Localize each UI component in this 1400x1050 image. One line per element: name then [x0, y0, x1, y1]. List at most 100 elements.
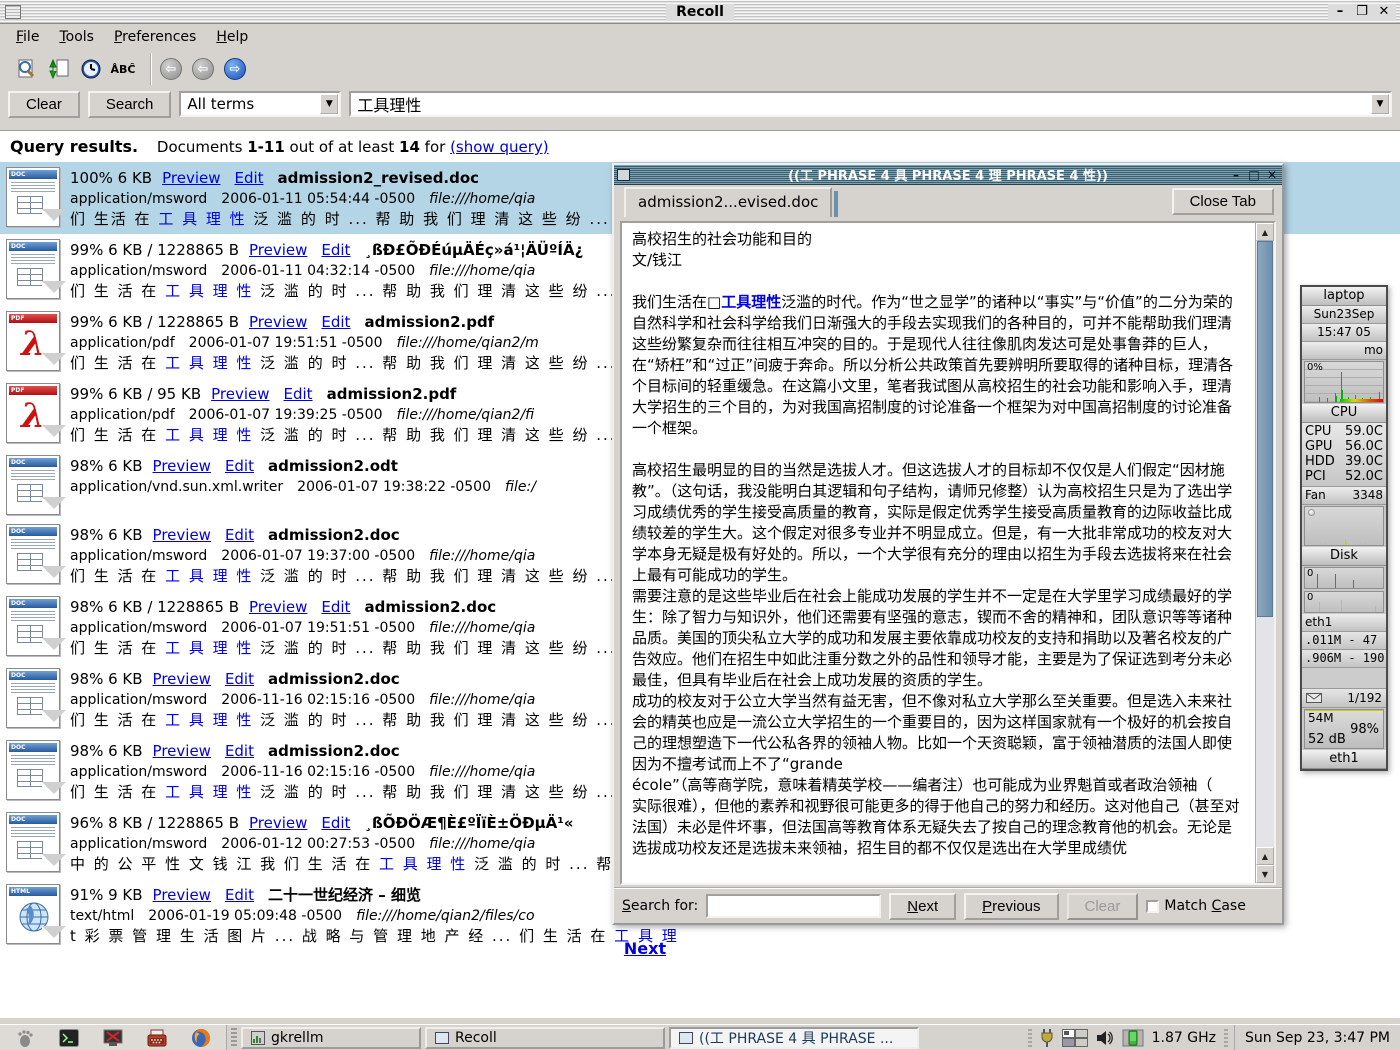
next-page-button[interactable]: ⇨	[220, 55, 250, 83]
close-tab-button[interactable]: Close Tab	[1172, 188, 1274, 215]
doc-file-icon: DOC	[6, 455, 60, 515]
next-results-link[interactable]: Next	[624, 939, 666, 958]
fan-chart[interactable]	[1304, 506, 1384, 546]
typewriter-icon[interactable]	[146, 1027, 168, 1049]
preview-link[interactable]: Preview	[153, 670, 211, 688]
scroll-down-icon[interactable]: ▼	[1256, 865, 1274, 883]
edit-link[interactable]: Edit	[225, 886, 254, 904]
restore-icon[interactable]: ❐	[1354, 4, 1370, 20]
gkrellm-window[interactable]: laptop Sun23Sep 15:47 05 mo 0% CPU CPU59…	[1300, 285, 1388, 771]
menu-help[interactable]: Help	[208, 27, 256, 47]
toolbar-group-nav: ⇦ ⇦ ⇨	[150, 53, 256, 85]
taskbar-clock[interactable]: Sun Sep 23, 3:47 PM	[1234, 1025, 1400, 1050]
window-menu-icon[interactable]	[5, 5, 21, 19]
preview-maximize-icon[interactable]: □	[1247, 168, 1261, 182]
find-previous-button[interactable]: Previous	[964, 893, 1058, 920]
edit-link[interactable]: Edit	[225, 457, 254, 475]
find-next-button[interactable]: Next	[889, 893, 956, 920]
preview-minimize-icon[interactable]: –	[1229, 168, 1243, 182]
menu-tools[interactable]: Tools	[51, 27, 102, 47]
workspace-switcher-icon[interactable]	[1062, 1029, 1088, 1047]
preview-link[interactable]: Preview	[162, 169, 220, 187]
edit-link[interactable]: Edit	[321, 241, 350, 259]
show-missing-helpers-button[interactable]	[12, 55, 42, 83]
snippet-text: 们 生 活 在	[70, 711, 165, 729]
match-case-checkbox[interactable]: Match Case	[1146, 898, 1245, 914]
edit-link[interactable]: Edit	[321, 598, 350, 616]
scrollbar-thumb[interactable]	[1257, 241, 1273, 617]
edit-link[interactable]: Edit	[284, 385, 313, 403]
disk-chart-2[interactable]: 0	[1304, 591, 1384, 613]
taskbar-handle[interactable]	[231, 1028, 237, 1048]
search-input[interactable]	[349, 91, 1392, 117]
edit-link[interactable]: Edit	[225, 742, 254, 760]
result-url: file:///home/qia	[429, 548, 535, 564]
history-chevron-icon[interactable]: ▼	[1371, 94, 1389, 114]
edit-link[interactable]: Edit	[225, 670, 254, 688]
sort-by-date-button[interactable]	[76, 55, 106, 83]
clear-button[interactable]: Clear	[8, 91, 80, 118]
mail-row[interactable]: 1/192	[1302, 688, 1386, 708]
preview-link[interactable]: Preview	[211, 385, 269, 403]
prev-page-button[interactable]: ⇦	[188, 55, 218, 83]
gnome-menu-icon[interactable]	[14, 1027, 36, 1049]
folded-corner	[42, 209, 66, 221]
close-icon[interactable]: ✕	[1376, 4, 1392, 20]
wifi-panel[interactable]: 54M 98% 52 dB	[1304, 709, 1384, 749]
sort-parameters-button[interactable]	[44, 55, 74, 83]
preview-window-menu-icon[interactable]	[617, 169, 630, 181]
scrollbar-track[interactable]	[1256, 241, 1274, 847]
preview-link[interactable]: Preview	[153, 526, 211, 544]
krell-slider[interactable]	[1308, 509, 1315, 516]
disk-chart-1[interactable]: 0	[1304, 567, 1384, 589]
firefox-icon[interactable]	[190, 1027, 212, 1049]
search-mode-select[interactable]: All terms ▼	[179, 91, 341, 117]
volume-icon[interactable]	[1096, 1030, 1114, 1046]
preview-scrollbar[interactable]: ▲ ▲ ▼	[1255, 223, 1274, 883]
recoll-titlebar[interactable]: Recoll – ❐ ✕	[0, 0, 1400, 24]
preview-titlebar[interactable]: ((工 PHRASE 4 具 PHRASE 4 理 PHRASE 4 性)) –…	[614, 165, 1282, 185]
edit-link[interactable]: Edit	[321, 814, 350, 832]
cpufreq-icon[interactable]	[1122, 1029, 1144, 1047]
terminal-icon[interactable]	[58, 1027, 80, 1049]
results-count: 14	[399, 138, 420, 156]
edit-link[interactable]: Edit	[225, 526, 254, 544]
scroll-up2-icon[interactable]: ▲	[1256, 847, 1274, 865]
task-recoll[interactable]: Recoll	[425, 1027, 665, 1049]
preview-link[interactable]: Preview	[249, 313, 307, 331]
result-title: admission2_revised.doc	[278, 169, 480, 187]
power-plug-icon[interactable]	[1040, 1029, 1054, 1047]
menu-preferences[interactable]: Preferences	[106, 27, 204, 47]
result-date: 2006-01-19 05:09:48 -0500	[148, 908, 342, 924]
menu-file[interactable]: File	[8, 27, 47, 47]
result-url: file:///home/qian2/fi	[396, 407, 534, 423]
preview-link[interactable]: Preview	[249, 814, 307, 832]
preview-link[interactable]: Preview	[249, 598, 307, 616]
minimize-icon[interactable]: –	[1332, 4, 1348, 20]
monitor-x-icon[interactable]	[102, 1027, 124, 1049]
cpu-chart[interactable]: 0%	[1304, 361, 1384, 403]
edit-link[interactable]: Edit	[321, 313, 350, 331]
gkrellm-hostname[interactable]: laptop	[1302, 287, 1386, 306]
preview-link[interactable]: Preview	[249, 241, 307, 259]
first-page-button[interactable]: ⇦	[156, 55, 186, 83]
preview-tab[interactable]: admission2...evised.doc	[624, 187, 832, 217]
task-preview[interactable]: ((工 PHRASE 4 具 PHRASE ...	[669, 1027, 919, 1049]
tray-separator-2[interactable]	[1224, 1029, 1228, 1047]
preview-link[interactable]: Preview	[153, 742, 211, 760]
search-button[interactable]: Search	[88, 91, 172, 118]
result-line2: application/msword2006-01-11 05:54:44 -0…	[70, 189, 681, 209]
show-query-link[interactable]: (show query)	[450, 138, 549, 156]
scroll-up-icon[interactable]: ▲	[1256, 223, 1274, 241]
preview-close-icon[interactable]: ✕	[1265, 168, 1279, 182]
find-input[interactable]	[706, 894, 881, 918]
preview-text[interactable]: 高校招生的社会功能和目的 文/钱江 我们生活在□工具理性泛滥的时代。作为“世之显…	[622, 223, 1255, 883]
tray-separator[interactable]	[1028, 1029, 1032, 1047]
term-explorer-button[interactable]: ÅBĈ	[108, 55, 138, 83]
preview-link[interactable]: Preview	[153, 457, 211, 475]
task-gkrellm[interactable]: gkrellm	[241, 1027, 421, 1049]
chevron-down-icon[interactable]: ▼	[320, 94, 338, 114]
preview-link[interactable]: Preview	[153, 886, 211, 904]
find-clear-button[interactable]: Clear	[1067, 893, 1139, 920]
edit-link[interactable]: Edit	[234, 169, 263, 187]
